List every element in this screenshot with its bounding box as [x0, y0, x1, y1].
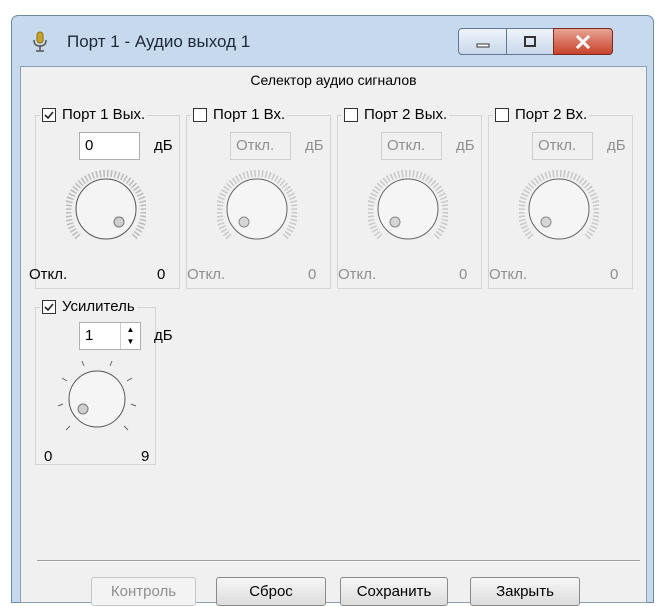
port-label: Порт 1 Вых.	[62, 106, 146, 123]
amplifier-checkbox[interactable]: Усилитель	[40, 298, 137, 315]
min-label: Откл.	[29, 266, 68, 283]
port-group-1: Порт 1 Вых. 0 дБ Откл. 0	[29, 106, 180, 289]
port-group-4: Порт 2 Вх. Откл. дБ Откл. 0	[488, 106, 633, 289]
spin-down-icon[interactable]: ▼	[121, 336, 140, 348]
save-button[interactable]: Сохранить	[340, 577, 448, 606]
min-label: Откл.	[187, 266, 226, 283]
port-label: Порт 1 Вх.	[213, 106, 286, 123]
port-checkbox-1[interactable]: Порт 1 Вых.	[40, 106, 148, 123]
gain-knob[interactable]	[368, 169, 448, 249]
unit-label: дБ	[456, 137, 475, 154]
max-label: 0	[610, 266, 619, 283]
gain-knob[interactable]	[519, 169, 599, 249]
unit-label: дБ	[305, 137, 324, 154]
checkbox-unchecked-icon	[193, 107, 207, 122]
port-group-2: Порт 1 Вх. Откл. дБ Откл. 0	[186, 106, 331, 289]
close-icon	[554, 29, 612, 54]
port-group-3: Порт 2 Вых. Откл. дБ Откл. 0	[337, 106, 482, 289]
min-label: Откл.	[489, 266, 528, 283]
monitor-button[interactable]: Контроль	[91, 577, 196, 606]
amplifier-value: 1	[85, 327, 94, 344]
amplifier-label: Усилитель	[62, 298, 135, 315]
max-label: 0	[459, 266, 468, 283]
port-checkbox-4[interactable]: Порт 2 Вх.	[493, 106, 590, 123]
max-label: 9	[141, 448, 150, 465]
checkbox-checked-icon	[42, 107, 56, 122]
close-window-button[interactable]	[553, 28, 613, 55]
port-label: Порт 2 Вых.	[364, 106, 448, 123]
min-label: Откл.	[338, 266, 377, 283]
max-label: 0	[157, 266, 166, 283]
dialog-window: Порт 1 - Аудио выход 1 Селектор аудио си…	[11, 15, 654, 606]
amplifier-knob[interactable]	[54, 356, 140, 442]
microphone-icon	[32, 31, 48, 53]
checkbox-unchecked-icon	[495, 107, 509, 122]
reset-button[interactable]: Сброс	[216, 577, 326, 606]
window-title: Порт 1 - Аудио выход 1	[67, 32, 251, 51]
close-button[interactable]: Закрыть	[470, 577, 580, 606]
amplifier-group: Усилитель 1 ▲ ▼ дБ 0 9	[35, 298, 173, 465]
checkbox-unchecked-icon	[344, 107, 358, 122]
amplifier-spinbox[interactable]: 1 ▲ ▼	[79, 322, 141, 350]
gain-input[interactable]: Откл.	[230, 132, 291, 160]
title-bar[interactable]: Порт 1 - Аудио выход 1	[12, 16, 653, 66]
selector-title: Селектор аудио сигналов	[250, 72, 417, 88]
gain-input[interactable]: Откл.	[381, 132, 442, 160]
gain-knob[interactable]	[217, 169, 297, 249]
separator	[37, 560, 640, 562]
min-label: 0	[44, 448, 53, 465]
minimize-icon	[459, 29, 506, 54]
gain-input[interactable]: Откл.	[532, 132, 593, 160]
port-checkbox-2[interactable]: Порт 1 Вх.	[191, 106, 288, 123]
unit-label: дБ	[154, 327, 173, 344]
checkbox-checked-icon	[42, 299, 56, 314]
gain-input[interactable]: 0	[79, 132, 140, 160]
gain-knob[interactable]	[66, 169, 146, 249]
maximize-icon	[507, 29, 553, 54]
unit-label: дБ	[607, 137, 626, 154]
minimize-button[interactable]	[458, 28, 507, 55]
port-checkbox-3[interactable]: Порт 2 Вых.	[342, 106, 450, 123]
maximize-button[interactable]	[506, 28, 554, 55]
unit-label: дБ	[154, 137, 173, 154]
dialog-body: Селектор аудио сигналов Порт 1 Вых. 0 дБ…	[20, 66, 647, 606]
spin-buttons[interactable]: ▲ ▼	[120, 323, 140, 349]
max-label: 0	[308, 266, 317, 283]
port-label: Порт 2 Вх.	[515, 106, 588, 123]
